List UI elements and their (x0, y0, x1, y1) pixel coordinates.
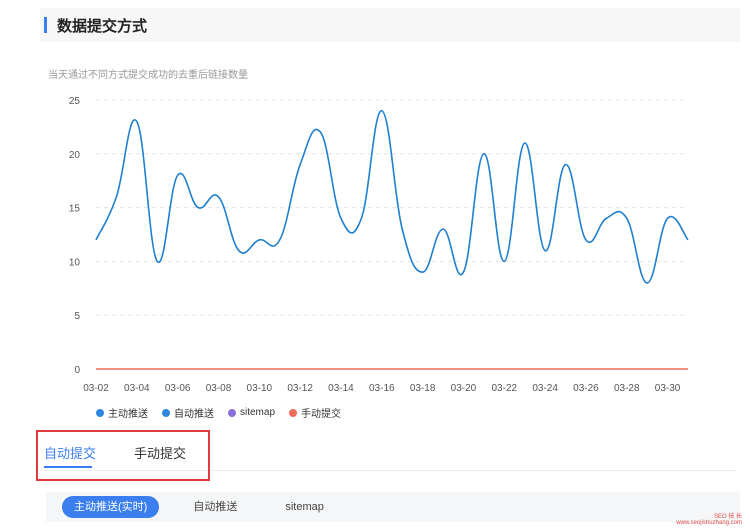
chart-legend: 主动推送 自动推送 sitemap 手动提交 (96, 405, 341, 420)
x-tick-label: 03-24 (532, 383, 558, 394)
y-tick-label: 0 (74, 365, 80, 376)
y-tick-label: 20 (69, 150, 81, 161)
y-tick-label: 15 (69, 204, 81, 215)
push-type-tabs: 主动推送(实时) 自动推送 sitemap (46, 492, 740, 522)
x-tick-label: 03-06 (165, 383, 191, 394)
subtab-sitemap[interactable]: sitemap (273, 496, 336, 518)
x-tick-label: 03-26 (573, 383, 599, 394)
x-tick-label: 03-18 (410, 383, 436, 394)
legend-dot-icon (228, 408, 236, 417)
legend-item-1[interactable]: 自动推送 (162, 405, 214, 420)
line-chart: 0 5 10 15 20 25 03-02 03-04 03-06 03-08 03-10 03-12… (69, 96, 689, 394)
section-header: 数据提交方式 (40, 8, 740, 42)
x-tick-label: 03-22 (491, 383, 517, 394)
watermark-line2: www.seojishuzhang.com (676, 520, 742, 526)
x-tick-label: 03-28 (614, 383, 640, 394)
watermark-logo: SEO 技 长 www.seojishuzhang.com (676, 511, 742, 526)
x-tick-label: 03-16 (369, 383, 395, 394)
legend-label: 主动推送 (108, 409, 148, 420)
chart-subtitle: 当天通过不同方式提交成功的去重后链接数量 (48, 70, 248, 81)
legend-dot-icon (162, 408, 170, 417)
legend-item-2[interactable]: sitemap (228, 407, 275, 418)
legend-dot-icon (289, 408, 298, 417)
x-tick-label: 03-12 (287, 383, 313, 394)
y-tick-label: 10 (69, 257, 81, 268)
x-tick-label: 03-20 (451, 383, 477, 394)
subtab-active-push[interactable]: 主动推送(实时) (62, 496, 160, 518)
legend-dot-icon (96, 408, 104, 417)
y-tick-label: 5 (74, 311, 80, 322)
section-title: 数据提交方式 (57, 17, 148, 35)
x-tick-label: 03-14 (328, 383, 354, 394)
highlight-box (36, 430, 210, 481)
x-tick-label: 03-04 (124, 383, 150, 394)
series-line-1 (95, 109, 689, 284)
legend-label: sitemap (240, 407, 276, 418)
subtab-auto-push[interactable]: 自动推送 (181, 496, 249, 518)
watermark-line1: SEO 技 长 (713, 514, 742, 520)
x-tick-label: 03-30 (655, 383, 681, 394)
legend-item-3[interactable]: 手动提交 (289, 405, 341, 420)
header-accent-bar (44, 17, 47, 33)
x-tick-label: 03-10 (247, 383, 273, 394)
x-tick-label: 03-02 (83, 383, 109, 394)
legend-item-0[interactable]: 主动推送 (96, 405, 148, 420)
x-tick-label: 03-08 (206, 383, 232, 394)
y-tick-label: 25 (69, 96, 81, 107)
legend-label: 自动推送 (174, 409, 214, 420)
legend-label: 手动提交 (301, 409, 342, 420)
